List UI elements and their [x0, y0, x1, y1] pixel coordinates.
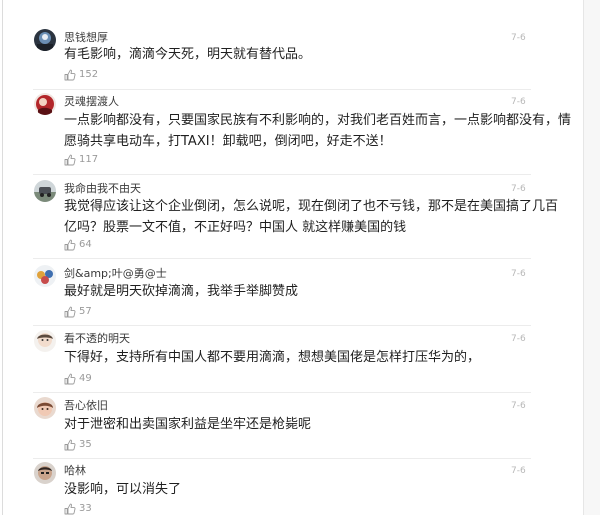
comment-line: 对于泄密和出卖国家利益是坐牢还是枪毙呢	[64, 417, 312, 432]
comment-content: 有毛影响，滴滴今天死，明天就有替代品。	[64, 44, 532, 65]
avatar[interactable]	[34, 462, 56, 484]
like-count: 35	[79, 439, 92, 450]
thumbs-up-icon	[64, 154, 76, 166]
comment-list: 思钱想厚 7-6 有毛影响，滴滴今天死，明天就有替代品。 152 灵魂摆渡人 7…	[0, 0, 583, 515]
comment-content: 下得好，支持所有中国人都不要用滴滴，想想美国佬是怎样打压华为的，	[64, 347, 532, 368]
comment-content: 没影响，可以消失了	[64, 479, 532, 500]
thumbs-up-icon	[64, 439, 76, 451]
comment-username[interactable]: 剑&amp;叶@勇@士	[64, 267, 167, 281]
comment-line: 我觉得应该让这个企业倒闭，怎么说呢，现在倒闭了也不亏钱，那不是在美国搞了几百	[64, 199, 559, 214]
comment-time: 7-6	[511, 97, 526, 107]
avatar[interactable]	[34, 29, 56, 51]
comment-divider	[33, 174, 531, 175]
comment-divider	[33, 458, 531, 459]
like-count: 152	[79, 69, 99, 80]
comment-content: 我觉得应该让这个企业倒闭，怎么说呢，现在倒闭了也不亏钱，那不是在美国搞了几百 亿…	[64, 196, 559, 238]
like-button[interactable]: 152	[64, 68, 98, 82]
comment-content: 对于泄密和出卖国家利益是坐牢还是枪毙呢	[64, 414, 532, 435]
comment-username[interactable]: 看不透的明天	[64, 332, 130, 346]
like-count: 57	[79, 306, 92, 317]
like-count: 49	[79, 373, 92, 384]
avatar[interactable]	[34, 93, 56, 115]
comment-username[interactable]: 灵魂摆渡人	[64, 95, 119, 109]
thumbs-up-icon	[64, 503, 76, 515]
comment-username[interactable]: 我命由我不由天	[64, 182, 141, 196]
comment-line: 亿吗？股票一文不值，不正好吗？中国人 就这样赚美国的钱	[64, 220, 407, 235]
comment-time: 7-6	[511, 184, 526, 194]
comment-divider	[33, 325, 531, 326]
avatar[interactable]	[34, 180, 56, 202]
thumbs-up-icon	[64, 306, 76, 318]
thumbs-up-icon	[64, 373, 76, 385]
thumbs-up-icon	[64, 69, 76, 81]
comment-time: 7-6	[511, 466, 526, 476]
comment-divider	[33, 258, 531, 259]
like-button[interactable]: 57	[64, 305, 92, 319]
comment-time: 7-6	[511, 33, 526, 43]
avatar[interactable]	[34, 397, 56, 419]
comment-line: 一点影响都没有，只要国家民族有不利影响的，对我们老百姓而言，一点影响都没有，情	[64, 113, 572, 128]
like-count: 117	[79, 154, 99, 165]
comment-time: 7-6	[511, 334, 526, 344]
comment-line: 有毛影响，滴滴今天死，明天就有替代品。	[64, 47, 312, 62]
comment-content: 最好就是明天砍掉滴滴，我举手举脚赞成	[64, 281, 532, 302]
comment-username[interactable]: 吾心依旧	[64, 399, 108, 413]
thumbs-up-icon	[64, 239, 76, 251]
comment-line: 下得好，支持所有中国人都不要用滴滴，想想美国佬是怎样打压华为的，	[64, 350, 481, 365]
avatar[interactable]	[34, 330, 56, 352]
avatar[interactable]	[34, 265, 56, 287]
comment-divider	[33, 392, 531, 393]
comment-line: 没影响，可以消失了	[64, 482, 182, 497]
like-button[interactable]: 49	[64, 372, 92, 386]
comment-divider	[33, 89, 531, 90]
comment-time: 7-6	[511, 269, 526, 279]
like-button[interactable]: 117	[64, 153, 98, 167]
comment-content: 一点影响都没有，只要国家民族有不利影响的，对我们老百姓而言，一点影响都没有，情 …	[64, 110, 572, 152]
like-button[interactable]: 35	[64, 438, 92, 452]
comment-username[interactable]: 思钱想厚	[64, 31, 108, 45]
like-button[interactable]: 33	[64, 502, 92, 516]
comment-line: 最好就是明天砍掉滴滴，我举手举脚赞成	[64, 284, 299, 299]
like-button[interactable]: 64	[64, 238, 92, 252]
like-count: 33	[79, 503, 92, 514]
scrollbar-track[interactable]	[584, 0, 600, 515]
comment-username[interactable]: 哈林	[64, 464, 86, 478]
comment-line: 愿骑共享电动车，打TAXI！卸载吧，倒闭吧，好走不送！	[64, 134, 392, 149]
comment-time: 7-6	[511, 401, 526, 411]
like-count: 64	[79, 239, 92, 250]
